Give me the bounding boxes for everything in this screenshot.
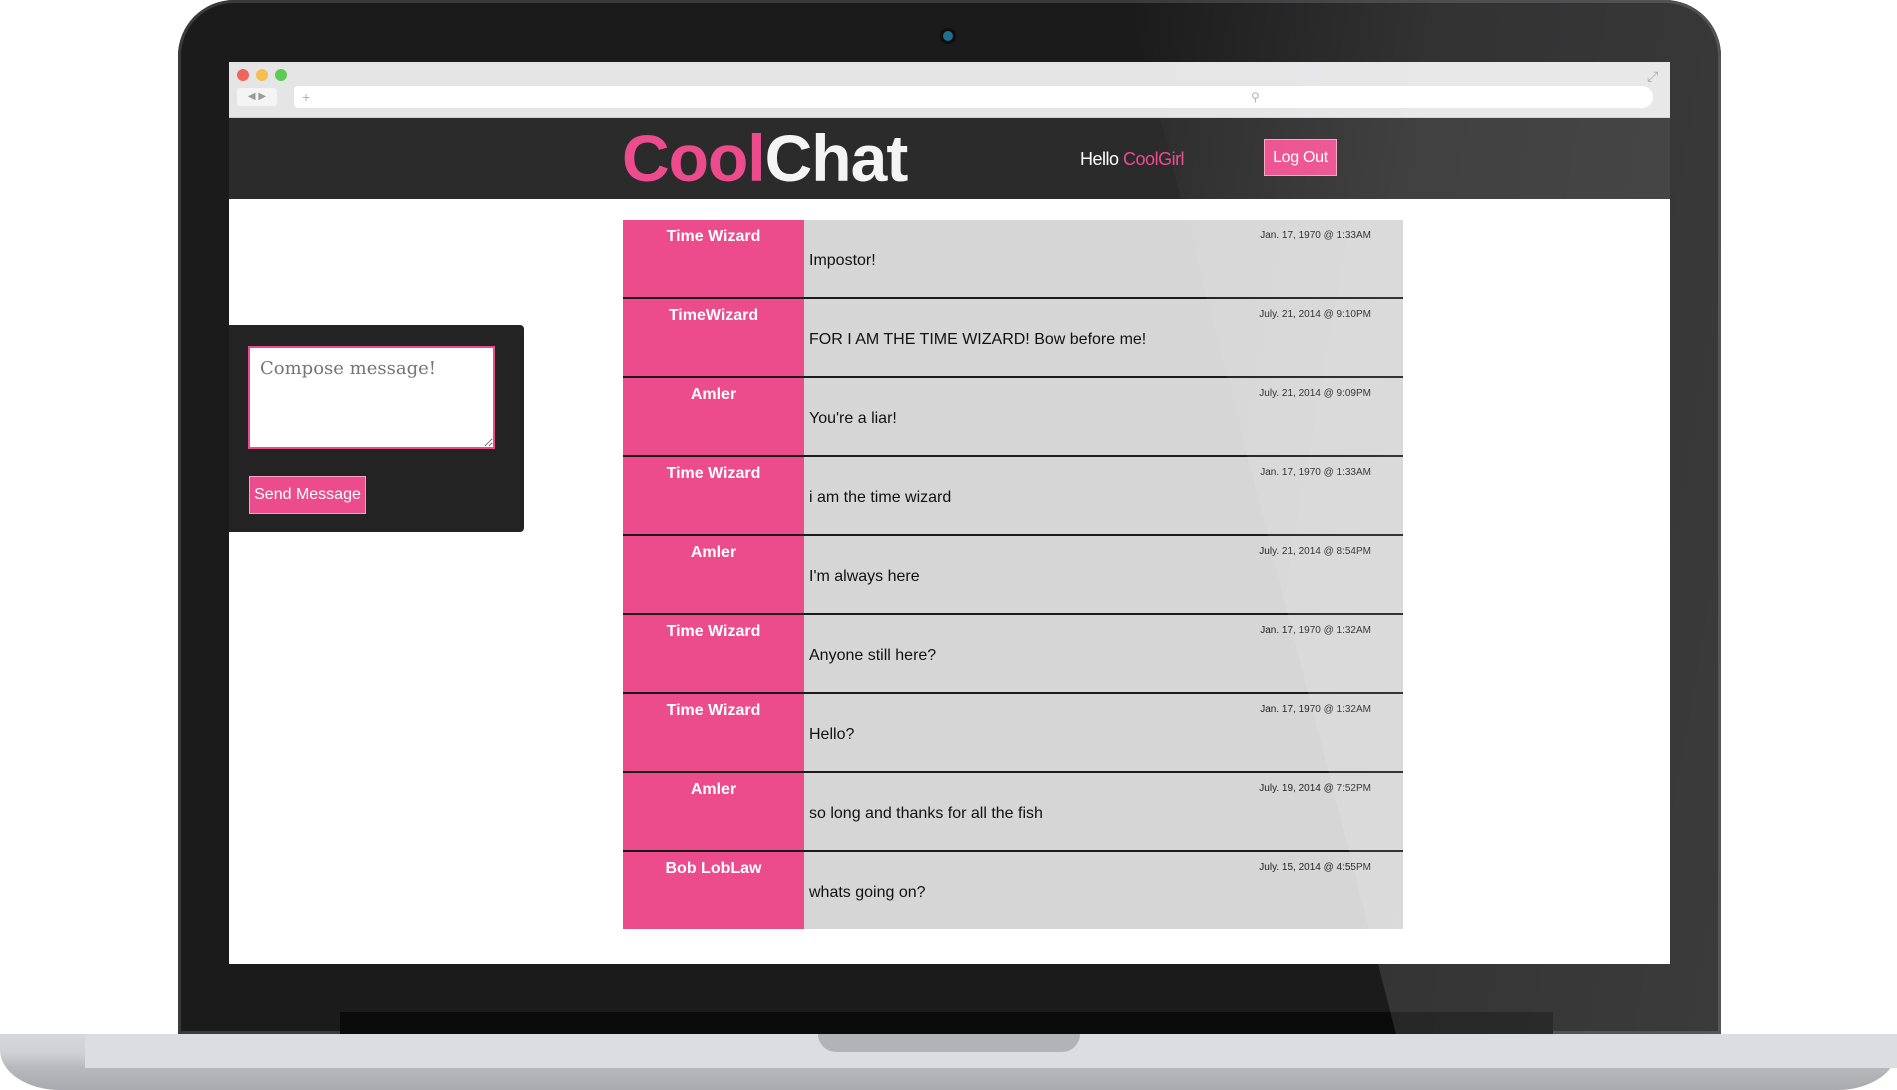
- browser-search-field[interactable]: ⚲: [1241, 86, 1653, 108]
- greeting: Hello CoolGirl: [1080, 149, 1185, 170]
- message-timestamp: July. 21, 2014 @ 9:10PM: [1259, 309, 1371, 320]
- message-author: TimeWizard: [668, 307, 759, 324]
- message-item: Time Wizard Jan. 17, 1970 @ 1:32AM Anyon…: [623, 615, 1403, 694]
- message-author-column: TimeWizard: [623, 299, 804, 376]
- greeting-text: Hello: [1080, 149, 1119, 169]
- message-author-column: Amler: [623, 378, 804, 455]
- message-text: FOR I AM THE TIME WIZARD! Bow before me!: [809, 331, 1147, 348]
- message-text: i am the time wizard: [809, 489, 952, 506]
- message-author: Time Wizard: [666, 465, 761, 482]
- message-body: July. 19, 2014 @ 7:52PM so long and than…: [804, 773, 1403, 850]
- laptop-notch: [818, 1034, 1080, 1052]
- message-author: Amler: [690, 544, 737, 561]
- browser-toolbar: ◀ ▶ + ⚲ ⤢: [229, 62, 1670, 118]
- message-body: July. 15, 2014 @ 4:55PM whats going on?: [804, 852, 1403, 929]
- message-timestamp: Jan. 17, 1970 @ 1:33AM: [1260, 467, 1371, 478]
- message-author: Time Wizard: [666, 623, 761, 640]
- logout-button[interactable]: Log Out: [1264, 139, 1337, 176]
- message-text: I'm always here: [809, 568, 920, 585]
- message-item: Amler July. 19, 2014 @ 7:52PM so long an…: [623, 773, 1403, 852]
- message-timestamp: July. 19, 2014 @ 7:52PM: [1259, 783, 1371, 794]
- message-item: Time Wizard Jan. 17, 1970 @ 1:33AM Impos…: [623, 220, 1403, 299]
- laptop-bezel: [340, 1012, 1553, 1034]
- message-author: Time Wizard: [666, 702, 761, 719]
- message-text: Hello?: [809, 726, 855, 743]
- message-text: You're a liar!: [809, 410, 897, 427]
- message-item: Amler July. 21, 2014 @ 8:54PM I'm always…: [623, 536, 1403, 615]
- logo-chat: Chat: [764, 121, 909, 195]
- magnifier-icon: ⚲: [1251, 90, 1260, 104]
- message-body: July. 21, 2014 @ 9:09PM You're a liar!: [804, 378, 1403, 455]
- message-author-column: Time Wizard: [623, 457, 804, 534]
- message-author-column: Amler: [623, 536, 804, 613]
- message-item: Amler July. 21, 2014 @ 9:09PM You're a l…: [623, 378, 1403, 457]
- message-body: Jan. 17, 1970 @ 1:32AM Hello?: [804, 694, 1403, 771]
- message-text: Impostor!: [809, 252, 876, 269]
- message-timestamp: July. 21, 2014 @ 9:09PM: [1259, 388, 1371, 399]
- screen: ◀ ▶ + ⚲ ⤢ CoolChat Hello CoolGirl Log Ou…: [229, 62, 1670, 964]
- message-body: Jan. 17, 1970 @ 1:33AM Impostor!: [804, 220, 1403, 297]
- close-window-button[interactable]: [237, 69, 249, 81]
- compose-message-input[interactable]: [248, 346, 495, 449]
- message-body: July. 21, 2014 @ 9:10PM FOR I AM THE TIM…: [804, 299, 1403, 376]
- message-text: so long and thanks for all the fish: [809, 805, 1043, 822]
- message-timestamp: July. 15, 2014 @ 4:55PM: [1259, 862, 1371, 873]
- minimize-window-button[interactable]: [256, 69, 268, 81]
- message-author: Amler: [690, 386, 737, 403]
- message-timestamp: Jan. 17, 1970 @ 1:32AM: [1260, 625, 1371, 636]
- app-logo: CoolChat: [622, 121, 909, 195]
- message-author-column: Time Wizard: [623, 220, 804, 297]
- message-author-column: Amler: [623, 773, 804, 850]
- message-author: Time Wizard: [666, 228, 761, 245]
- username: CoolGirl: [1123, 149, 1185, 169]
- camera-icon: [943, 31, 953, 41]
- message-item: Time Wizard Jan. 17, 1970 @ 1:33AM i am …: [623, 457, 1403, 536]
- zoom-window-button[interactable]: [275, 69, 287, 81]
- message-timestamp: July. 21, 2014 @ 8:54PM: [1259, 546, 1371, 557]
- app-header: CoolChat Hello CoolGirl Log Out: [229, 118, 1670, 199]
- message-timestamp: Jan. 17, 1970 @ 1:32AM: [1260, 704, 1371, 715]
- message-item: Bob LobLaw July. 15, 2014 @ 4:55PM whats…: [623, 852, 1403, 929]
- logo-cool: Cool: [622, 121, 766, 195]
- message-timestamp: Jan. 17, 1970 @ 1:33AM: [1260, 230, 1371, 241]
- message-author: Bob LobLaw: [665, 860, 762, 877]
- message-body: Jan. 17, 1970 @ 1:33AM i am the time wiz…: [804, 457, 1403, 534]
- message-author: Amler: [690, 781, 737, 798]
- message-item: TimeWizard July. 21, 2014 @ 9:10PM FOR I…: [623, 299, 1403, 378]
- message-item: Time Wizard Jan. 17, 1970 @ 1:32AM Hello…: [623, 694, 1403, 773]
- message-author-column: Time Wizard: [623, 615, 804, 692]
- message-author-column: Time Wizard: [623, 694, 804, 771]
- new-tab-icon[interactable]: +: [302, 89, 310, 105]
- message-body: July. 21, 2014 @ 8:54PM I'm always here: [804, 536, 1403, 613]
- message-text: Anyone still here?: [809, 647, 937, 664]
- message-author-column: Bob LobLaw: [623, 852, 804, 929]
- send-message-button[interactable]: Send Message: [249, 476, 366, 514]
- message-text: whats going on?: [809, 884, 926, 901]
- message-list: Time Wizard Jan. 17, 1970 @ 1:33AM Impos…: [623, 220, 1403, 929]
- back-forward-buttons[interactable]: ◀ ▶: [237, 88, 277, 106]
- expand-icon[interactable]: ⤢: [1647, 68, 1658, 85]
- compose-panel: Send Message: [229, 325, 524, 532]
- message-body: Jan. 17, 1970 @ 1:32AM Anyone still here…: [804, 615, 1403, 692]
